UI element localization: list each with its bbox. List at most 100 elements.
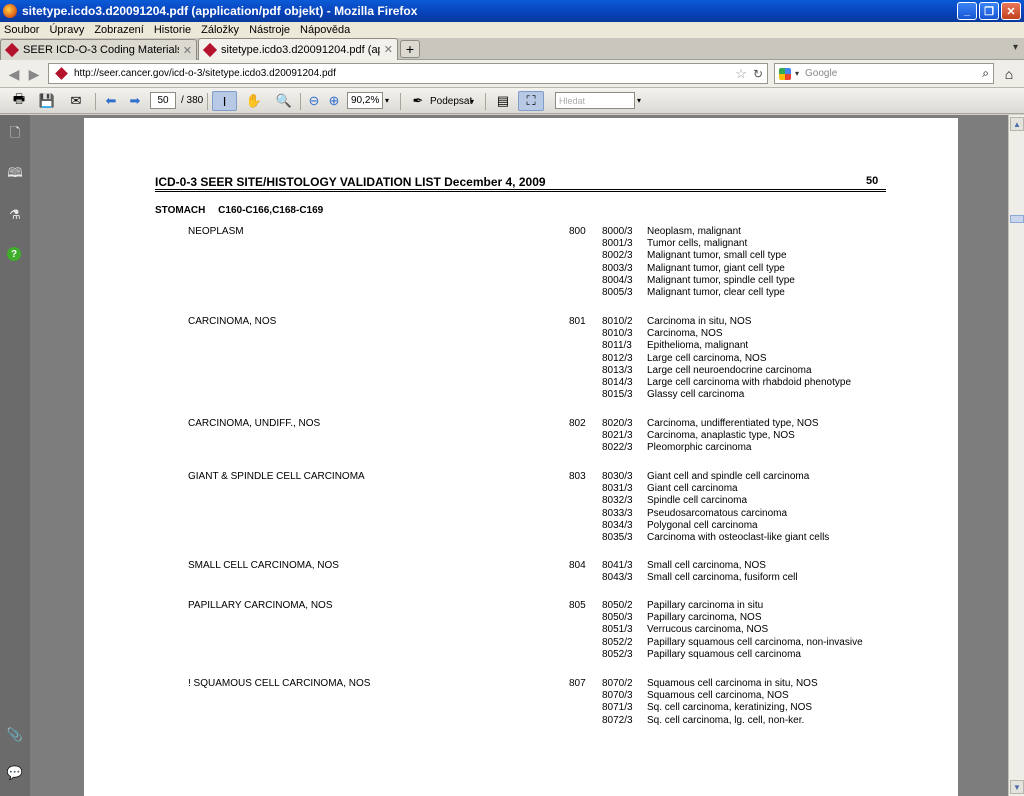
firefox-logo-icon [3,4,17,18]
page-number-input[interactable]: 50 [150,92,176,109]
histology-description: Carcinoma, anaplastic type, NOS [647,430,795,442]
menu-edit[interactable]: Úpravy [49,24,90,36]
histology-description: Sq. cell carcinoma, keratinizing, NOS [647,702,813,714]
home-button[interactable]: ⌂ [998,64,1020,84]
next-page-button[interactable]: ➡ [124,91,146,111]
code-row: 8034/3 Polygonal cell carcinoma [602,520,829,532]
site-name: STOMACH [155,205,206,216]
tab-pdf[interactable]: sitetype.icdo3.d20091204.pdf (applicatio… [198,38,398,60]
hand-tool-icon[interactable]: ✋ [242,91,266,111]
tab-label: SEER ICD-O-3 Coding Materials [23,44,179,56]
attachments-icon[interactable]: 📎 [7,727,23,743]
previous-page-button[interactable]: ⬅ [100,91,122,111]
histology-description: Tumor cells, malignant [647,238,748,250]
search-icon[interactable]: ⌕ [982,66,989,81]
vertical-scrollbar[interactable]: ▲ ▼ [1008,115,1024,796]
histology-description: Epithelioma, malignant [647,340,749,352]
scroll-up-arrow-icon[interactable]: ▲ [1010,117,1024,131]
zoom-level-input[interactable]: 90,2% [347,92,383,109]
pdf-toolbar: 🖶 💾 ✉ ⬅ ➡ 50 / 380 I ✋ 🔍 ⊖ ⊕ 90,2% ▾ ✒ P… [0,88,1024,114]
histology-description: Malignant tumor, spindle cell type [647,274,795,286]
restore-button[interactable]: ❐ [979,2,999,20]
zoom-chevron-icon[interactable]: ▾ [385,96,389,105]
histology-code: 8043/3 [602,572,633,584]
pages-panel-icon[interactable]: 🗋 [7,125,23,143]
url-bar[interactable]: http://seer.cancer.gov/icd-o-3/sitetype.… [48,63,768,84]
fit-page-icon[interactable]: ⛶ [518,91,544,111]
histology-description: Carcinoma with osteoclast-like giant cel… [647,531,830,543]
sign-button[interactable]: Podepsat [430,96,472,107]
histology-code: 8001/3 [602,238,633,250]
histology-description: Malignant tumor, clear cell type [647,286,785,298]
select-text-tool-icon[interactable]: I [212,91,237,111]
comments-icon[interactable]: 💬 [7,765,23,781]
zoom-in-button[interactable]: ⊕ [326,91,342,111]
code-row: 8033/3 Pseudosarcomatous carcinoma [602,508,829,520]
close-tab-icon[interactable]: ✕ [183,44,192,57]
histology-code: 8052/3 [602,648,633,660]
menu-tools[interactable]: Nástroje [249,24,296,36]
pdf-search-input[interactable]: Hledat [555,92,635,109]
histology-code: 8013/3 [602,364,633,376]
histology-description: Papillary squamous cell carcinoma [647,648,801,660]
scroll-down-arrow-icon[interactable]: ▼ [1010,780,1024,794]
group-name: SMALL CELL CARCINOMA, NOS [188,560,339,571]
code-row: 8004/3 Malignant tumor, spindle cell type [602,275,795,287]
menu-help[interactable]: Nápověda [300,24,356,36]
marquee-zoom-icon[interactable]: 🔍 [272,91,296,111]
new-tab-button[interactable]: + [400,40,420,58]
url-text[interactable]: http://seer.cancer.gov/icd-o-3/sitetype.… [74,68,735,79]
histology-code: 8010/2 [602,316,633,327]
histology-description: Papillary carcinoma, NOS [647,612,762,624]
sign-pen-icon[interactable]: ✒ [408,91,428,111]
help-icon[interactable]: ? [7,247,21,261]
code-row: 8043/3 Small cell carcinoma, fusiform cel… [602,572,798,584]
sign-chevron-icon[interactable]: ▾ [468,91,476,111]
histology-description: Verrucous carcinoma, NOS [647,624,769,636]
histology-code: 8032/3 [602,495,633,507]
menu-bookmarks[interactable]: Záložky [201,24,245,36]
document-page-number: 50 [866,175,879,187]
histology-code: 8012/3 [602,352,633,364]
code-row: 8014/3 Large cell carcinoma with rhabdoid… [602,377,851,389]
scroll-thumb[interactable] [1010,215,1024,223]
email-icon[interactable]: ✉ [64,91,88,111]
code-row: 8070/3 Squamous cell carcinoma, NOS [602,690,818,702]
bookmarks-panel-icon[interactable]: 🕮 [7,165,23,183]
reload-icon[interactable]: ↻ [753,67,763,81]
menu-view[interactable]: Zobrazení [94,24,150,36]
code-row: 8050/3 Papillary carcinoma, NOS [602,612,863,624]
save-icon[interactable]: 💾 [36,91,58,111]
code-row: 8072/3 Sq. cell carcinoma, lg. cell, non-… [602,715,818,727]
site-favicon-icon [55,67,68,80]
code-row: 8052/2 Papillary squamous cell carcinoma,… [602,637,863,649]
bookmark-star-icon[interactable]: ☆ [735,66,747,82]
close-window-button[interactable]: ✕ [1001,2,1021,20]
histology-description: Carcinoma, undifferentiated type, NOS [647,418,819,429]
menu-history[interactable]: Historie [154,24,197,36]
histology-code: 8002/3 [602,250,633,262]
histology-code: 8050/2 [602,600,633,611]
print-icon[interactable]: 🖶 [8,91,30,111]
scrolling-mode-icon[interactable]: ▤ [492,91,514,111]
search-bar[interactable]: ▾ Google ⌕ [774,63,994,84]
menu-file[interactable]: Soubor [4,24,45,36]
seer-favicon-icon [4,42,20,58]
histology-description: Glassy cell carcinoma [647,389,745,401]
back-button[interactable]: ◀ [4,64,24,84]
google-icon[interactable] [779,67,791,80]
forward-button[interactable]: ▶ [24,64,44,84]
histology-description: Papillary carcinoma in situ [647,600,764,611]
group-name: CARCINOMA, NOS [188,316,277,327]
tab-list-chevron-icon[interactable]: ▾ [1013,42,1018,53]
signatures-panel-icon[interactable]: ⚗ [7,207,23,223]
search-engine-chevron-icon[interactable]: ▾ [795,69,799,78]
minimize-button[interactable]: _ [957,2,977,20]
close-tab-icon[interactable]: ✕ [384,43,393,56]
search-input[interactable]: Google [805,68,982,79]
pdf-search-chevron-icon[interactable]: ▾ [637,96,641,105]
histology-description: Small cell carcinoma, fusiform cell [647,572,798,584]
zoom-out-button[interactable]: ⊖ [306,91,322,111]
window-title-bar: sitetype.icdo3.d20091204.pdf (applicatio… [0,0,1024,22]
tab-seer-coding[interactable]: SEER ICD-O-3 Coding Materials ✕ [0,39,197,60]
